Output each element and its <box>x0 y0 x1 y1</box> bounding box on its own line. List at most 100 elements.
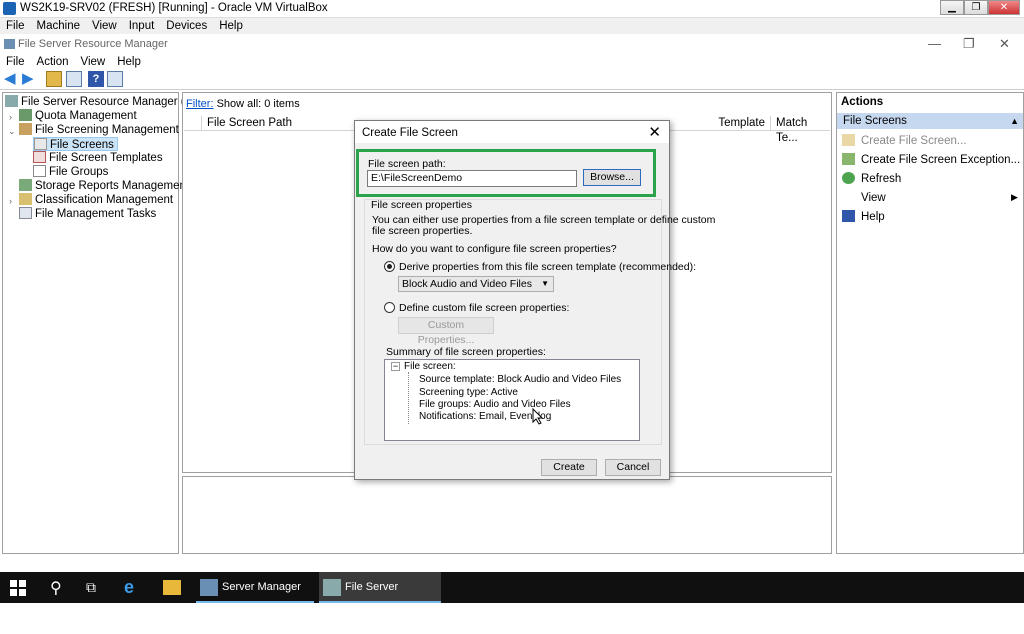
vbox-menu-help[interactable]: Help <box>213 18 249 34</box>
filter-status: Show all: 0 items <box>216 98 300 110</box>
dialog-close-icon[interactable]: ✕ <box>648 123 661 141</box>
dialog-titlebar: Create File Screen ✕ <box>355 121 669 143</box>
windows-start-icon[interactable] <box>10 580 26 596</box>
column-match-template[interactable]: Match Te... <box>770 116 830 144</box>
toolbar: ◀ ▶ ? <box>0 68 1024 90</box>
fsrm-window-title: File Server Resource Manager <box>18 38 168 50</box>
menu-file[interactable]: File <box>0 55 31 69</box>
fsrm-close-button[interactable]: ✕ <box>999 36 1010 52</box>
collapse-tree-icon[interactable]: − <box>391 362 400 371</box>
collapse-icon[interactable]: ⌄ <box>8 126 16 137</box>
summary-label: Summary of file screen properties: <box>386 346 546 358</box>
create-screen-icon <box>842 134 855 146</box>
show-hide-action-pane-icon[interactable] <box>107 71 123 87</box>
actions-title: Actions <box>841 96 884 108</box>
actions-section-file-screens[interactable]: File Screens ▲ <box>837 113 1023 129</box>
derive-radio[interactable] <box>384 261 395 272</box>
quota-icon <box>19 109 32 121</box>
template-icon <box>33 151 46 163</box>
template-dropdown[interactable]: Block Audio and Video Files ▼ <box>398 276 554 292</box>
file-screen-path-input[interactable]: E:\FileScreenDemo <box>367 170 577 187</box>
expand-icon[interactable]: › <box>9 112 12 122</box>
vbox-menu-input[interactable]: Input <box>123 18 161 34</box>
maximize-button[interactable]: ❐ <box>964 0 988 15</box>
filter-link[interactable]: Filter: <box>186 98 214 110</box>
tree-item-classification[interactable]: Classification Management <box>19 193 173 207</box>
create-file-screen-dialog: Create File Screen ✕ File screen path: E… <box>354 120 715 480</box>
tree-item-file-screens[interactable]: File Screens <box>33 137 118 151</box>
summary-screening-type: Screening type: Active <box>419 387 518 398</box>
help-icon[interactable]: ? <box>88 71 104 87</box>
tree-item-storage[interactable]: Storage Reports Management <box>19 179 189 193</box>
taskbar-fsrm[interactable]: File Server Resourc... <box>319 572 441 624</box>
tree-item-quota[interactable]: Quota Management <box>19 109 137 123</box>
file-group-icon <box>33 165 46 177</box>
custom-radio[interactable] <box>384 302 395 313</box>
browse-button[interactable]: Browse... <box>583 169 641 186</box>
summary-root: File screen: <box>404 361 456 372</box>
classification-icon <box>19 193 32 205</box>
tree-item-templates[interactable]: File Screen Templates <box>33 151 163 165</box>
custom-properties-button[interactable]: Custom Properties... <box>398 317 494 346</box>
file-explorer-icon[interactable] <box>163 580 181 595</box>
action-view[interactable]: View <box>842 191 886 205</box>
virtualbox-icon <box>3 2 16 15</box>
summary-source-template: Source template: Block Audio and Video F… <box>419 374 622 385</box>
tree-item-groups[interactable]: File Groups <box>33 165 108 179</box>
close-button[interactable]: ✕ <box>988 0 1020 15</box>
column-template[interactable]: Template <box>666 116 769 131</box>
filter-bar: Filter: Show all: 0 items <box>186 98 300 110</box>
path-group: File screen path: E:\FileScreenDemo Brow… <box>356 149 656 197</box>
forward-arrow-icon[interactable]: ▶ <box>22 71 38 87</box>
fsrm-taskbar-icon <box>323 579 341 596</box>
create-exception-icon <box>842 153 855 165</box>
task-view-icon[interactable]: ⧉ <box>86 579 96 610</box>
configure-question: How do you want to configure file screen… <box>372 243 617 255</box>
menu-help[interactable]: Help <box>111 55 147 69</box>
action-help[interactable]: Help <box>842 210 885 224</box>
vbox-menu-machine[interactable]: Machine <box>31 18 86 34</box>
internet-explorer-icon[interactable]: e <box>124 577 134 608</box>
tree-item-screening[interactable]: File Screening Management <box>19 123 179 137</box>
back-arrow-icon[interactable]: ◀ <box>4 71 20 87</box>
fsrm-titlebar: File Server Resource Manager — ❐ ✕ <box>0 34 1024 54</box>
menu-action[interactable]: Action <box>31 55 75 69</box>
properties-description-cont: file screen properties. <box>372 225 473 237</box>
action-create-exception[interactable]: Create File Screen Exception... <box>842 153 1020 167</box>
menu-view[interactable]: View <box>75 55 112 69</box>
screening-icon <box>19 123 32 135</box>
fsrm-minimize-button[interactable]: — <box>928 36 941 51</box>
action-refresh[interactable]: Refresh <box>842 172 901 186</box>
show-hide-tree-icon[interactable] <box>66 71 82 87</box>
taskbar: ⚲ ⧉ e Server Manager File Server Resourc… <box>0 572 1024 624</box>
create-button[interactable]: Create <box>541 459 597 476</box>
fsrm-restore-button[interactable]: ❐ <box>963 36 975 52</box>
tree-item-tasks[interactable]: File Management Tasks <box>19 207 156 221</box>
vbox-menu-file[interactable]: File <box>0 18 31 34</box>
expand-icon[interactable]: › <box>9 196 12 206</box>
action-create-file-screen[interactable]: Create File Screen... <box>842 134 966 148</box>
properties-label: File screen properties <box>371 199 472 211</box>
summary-tree: − File screen: Source template: Block Au… <box>384 359 640 441</box>
tree-line <box>408 372 409 424</box>
vbox-menubar: File Machine View Input Devices Help <box>0 18 1024 34</box>
blank-icon <box>842 191 855 203</box>
custom-label[interactable]: Define custom file screen properties: <box>399 302 569 314</box>
fsrm-app-icon <box>4 39 15 49</box>
task-icon <box>19 207 32 219</box>
vbox-menu-devices[interactable]: Devices <box>160 18 213 34</box>
vbox-titlebar: WS2K19-SRV02 (FRESH) [Running] - Oracle … <box>0 0 1024 18</box>
chevron-down-icon: ▼ <box>541 279 549 288</box>
details-pane <box>182 476 832 554</box>
server-manager-icon <box>200 579 218 596</box>
search-icon[interactable]: ⚲ <box>50 578 62 609</box>
vbox-menu-view[interactable]: View <box>86 18 123 34</box>
vbox-window-title: WS2K19-SRV02 (FRESH) [Running] - Oracle … <box>20 2 328 14</box>
collapse-up-icon[interactable]: ▲ <box>1010 113 1019 129</box>
folder-up-icon[interactable] <box>46 71 62 87</box>
storage-report-icon <box>19 179 32 191</box>
cancel-button[interactable]: Cancel <box>605 459 661 476</box>
derive-label[interactable]: Derive properties from this file screen … <box>399 261 696 273</box>
minimize-button[interactable]: ▁ <box>940 0 964 15</box>
taskbar-server-manager[interactable]: Server Manager <box>196 572 314 603</box>
